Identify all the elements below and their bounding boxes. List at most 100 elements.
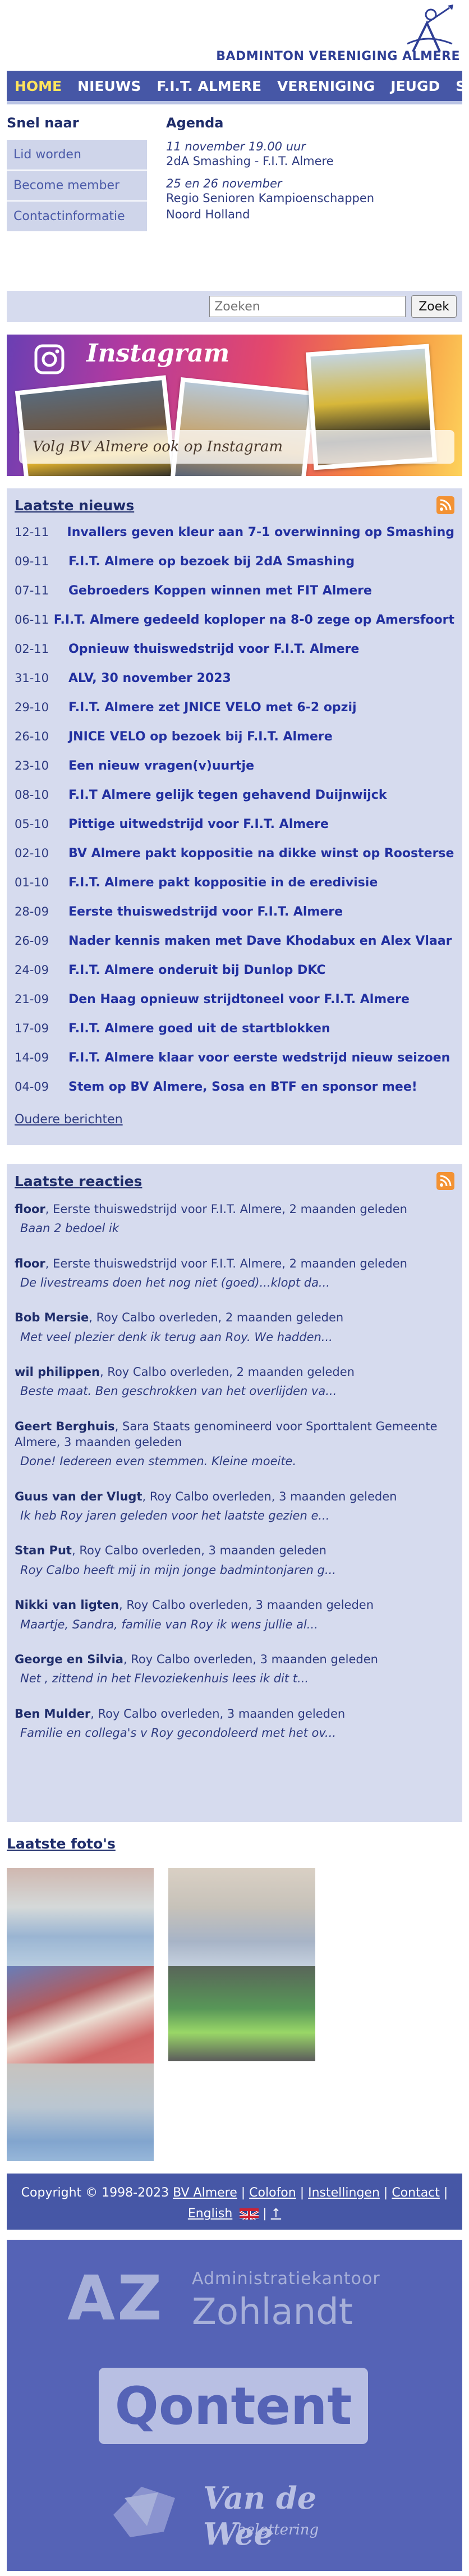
reaction-quote[interactable]: Roy Calbo heeft mij in mijn jonge badmin… bbox=[15, 1562, 454, 1578]
news-title[interactable]: Laatste nieuws bbox=[15, 497, 134, 514]
list-item[interactable]: floor, Eerste thuiswedstrijd voor F.I.T.… bbox=[15, 1256, 454, 1291]
footer-link-bv-almere[interactable]: BV Almere bbox=[173, 2186, 237, 2200]
news-link[interactable]: F.I.T. Almere op bezoek bij 2dA Smashing bbox=[68, 555, 355, 569]
news-link[interactable]: F.I.T. Almere goed uit de startblokken bbox=[68, 1022, 330, 1036]
reaction-quote[interactable]: Baan 2 bedoel ik bbox=[15, 1220, 454, 1236]
nav-item-vereniging[interactable]: VERENIGING bbox=[269, 78, 383, 94]
photo-thumbnail[interactable] bbox=[168, 1868, 315, 1966]
reactions-title[interactable]: Laatste reacties bbox=[15, 1173, 142, 1189]
news-date: 04-09 bbox=[15, 1080, 49, 1093]
sponsor-qontent[interactable]: Qontent bbox=[99, 2368, 368, 2444]
list-item[interactable]: 17-09 F.I.T. Almere goed uit de startblok… bbox=[15, 1022, 454, 1051]
news-link[interactable]: Pittige uitwedstrijd voor F.I.T. Almere bbox=[68, 817, 329, 831]
older-posts-link[interactable]: Oudere berichten bbox=[15, 1113, 123, 1127]
news-link[interactable]: Nader kennis maken met Dave Khodabux en … bbox=[68, 934, 452, 948]
sponsor-zohlandt-text: Zohlandt bbox=[192, 2291, 353, 2333]
agenda-item[interactable]: 25 en 26 november Regio Senioren Kampioe… bbox=[166, 177, 379, 222]
reaction-quote[interactable]: De livestreams doen het nog niet (goed).… bbox=[15, 1275, 454, 1291]
rss-icon[interactable] bbox=[436, 496, 454, 514]
reaction-quote[interactable]: Maartje, Sandra, familie van Roy ik wens… bbox=[15, 1617, 454, 1632]
uk-flag-icon[interactable] bbox=[240, 2208, 259, 2220]
news-link[interactable]: F.I.T. Almere zet JNICE VELO met 6-2 opz… bbox=[68, 701, 357, 715]
list-item[interactable]: 26-10 JNICE VELO op bezoek bij F.I.T. Alm… bbox=[15, 730, 454, 759]
news-link[interactable]: Een nieuw vragen(v)uurtje bbox=[68, 759, 254, 773]
sponsor-vandewee[interactable]: Van de Wee belettering bbox=[108, 2476, 366, 2552]
news-link[interactable]: Stem op BV Almere, Sosa en BTF en sponso… bbox=[68, 1080, 417, 1094]
list-item[interactable]: wil philippen, Roy Calbo overleden, 2 ma… bbox=[15, 1364, 454, 1399]
reaction-quote[interactable]: Ik heb Roy jaren geleden voor het laatst… bbox=[15, 1508, 454, 1523]
nav-item-home[interactable]: HOME bbox=[7, 78, 70, 94]
news-link[interactable]: JNICE VELO op bezoek bij F.I.T. Almere bbox=[68, 730, 333, 744]
list-item[interactable]: 12-11 Invallers geven kleur aan 7-1 overw… bbox=[15, 525, 454, 555]
back-to-top-link[interactable]: ↑ bbox=[271, 2207, 281, 2221]
list-item[interactable]: 02-10 BV Almere pakt koppositie na dikke … bbox=[15, 847, 454, 876]
nav-item-fit-almere[interactable]: F.I.T. ALMERE bbox=[149, 78, 269, 94]
list-item[interactable]: 04-09 Stem op BV Almere, Sosa en BTF en s… bbox=[15, 1080, 454, 1109]
photos-title[interactable]: Laatste foto's bbox=[7, 1836, 116, 1852]
news-link[interactable]: ALV, 30 november 2023 bbox=[68, 671, 231, 685]
reaction-quote[interactable]: Done! Iedereen even stemmen. Kleine moei… bbox=[15, 1453, 454, 1469]
list-item[interactable]: 23-10 Een nieuw vragen(v)uurtje bbox=[15, 759, 454, 788]
footer-link-colofon[interactable]: Colofon bbox=[249, 2186, 296, 2200]
news-link[interactable]: Opnieuw thuiswedstrijd voor F.I.T. Almer… bbox=[68, 642, 359, 656]
list-item[interactable]: 02-11 Opnieuw thuiswedstrijd voor F.I.T. … bbox=[15, 642, 454, 671]
photo-thumbnail[interactable] bbox=[7, 2063, 154, 2161]
list-item[interactable]: 01-10 F.I.T. Almere pakt koppositie in de… bbox=[15, 876, 454, 905]
list-item[interactable]: 06-11 F.I.T. Almere gedeeld koploper na 8… bbox=[15, 613, 454, 642]
search-input[interactable] bbox=[209, 296, 406, 317]
list-item[interactable]: 24-09 F.I.T. Almere onderuit bij Dunlop D… bbox=[15, 963, 454, 992]
photo-thumbnail[interactable] bbox=[168, 1966, 315, 2061]
reaction-quote[interactable]: Net , zittend in het Flevoziekenhuis lee… bbox=[15, 1671, 454, 1686]
list-item[interactable]: 31-10 ALV, 30 november 2023 bbox=[15, 671, 454, 701]
news-link[interactable]: Invallers geven kleur aan 7-1 overwinnin… bbox=[67, 525, 454, 539]
list-item[interactable]: floor, Eerste thuiswedstrijd voor F.I.T.… bbox=[15, 1201, 454, 1237]
nav-item-jeugd[interactable]: JEUGD bbox=[383, 78, 448, 94]
news-link[interactable]: Den Haag opnieuw strijdtoneel voor F.I.T… bbox=[68, 992, 410, 1006]
reaction-quote[interactable]: Met veel plezier denk ik terug aan Roy. … bbox=[15, 1329, 454, 1345]
list-item[interactable]: 26-09 Nader kennis maken met Dave Khodabu… bbox=[15, 934, 454, 963]
agenda-event-title[interactable]: Regio Senioren Kampioenschappen Noord Ho… bbox=[166, 190, 379, 222]
list-item[interactable]: 05-10 Pittige uitwedstrijd voor F.I.T. Al… bbox=[15, 817, 454, 847]
quick-link-lid-worden[interactable]: Lid worden bbox=[7, 140, 147, 171]
news-link[interactable]: F.I.T. Almere onderuit bij Dunlop DKC bbox=[68, 963, 326, 977]
list-item[interactable]: 21-09 Den Haag opnieuw strijdtoneel voor … bbox=[15, 992, 454, 1022]
list-item[interactable]: George en Silvia, Roy Calbo overleden, 3… bbox=[15, 1651, 454, 1687]
list-item[interactable]: 09-11 F.I.T. Almere op bezoek bij 2dA Sma… bbox=[15, 555, 454, 584]
photo-thumbnail[interactable] bbox=[7, 1868, 154, 1966]
news-link[interactable]: F.I.T. Almere gedeeld koploper na 8-0 ze… bbox=[54, 613, 454, 627]
photo-thumbnail[interactable] bbox=[7, 1966, 154, 2063]
instagram-banner[interactable]: Instagram Volg BV Almere ook op Instagra… bbox=[7, 335, 462, 476]
language-link-english[interactable]: English bbox=[188, 2207, 232, 2221]
site-name[interactable]: BADMINTON VERENIGING ALMERE bbox=[216, 49, 460, 63]
footer-link-instellingen[interactable]: Instellingen bbox=[308, 2186, 380, 2200]
news-link[interactable]: Eerste thuiswedstrijd voor F.I.T. Almere bbox=[68, 905, 343, 919]
reaction-quote[interactable]: Familie en collega's v Roy gecondoleerd … bbox=[15, 1725, 454, 1741]
reaction-quote[interactable]: Beste maat. Ben geschrokken van het over… bbox=[15, 1383, 454, 1399]
news-link[interactable]: F.I.T Almere gelijk tegen gehavend Duijn… bbox=[68, 788, 387, 802]
list-item[interactable]: Bob Mersie, Roy Calbo overleden, 2 maand… bbox=[15, 1310, 454, 1345]
agenda-event-title[interactable]: 2dA Smashing - F.I.T. Almere bbox=[166, 153, 379, 169]
rss-icon[interactable] bbox=[436, 1172, 454, 1190]
agenda-item[interactable]: 11 november 19.00 uur 2dA Smashing - F.I… bbox=[166, 140, 379, 169]
footer-link-contact[interactable]: Contact bbox=[392, 2186, 440, 2200]
list-item[interactable]: 29-10 F.I.T. Almere zet JNICE VELO met 6-… bbox=[15, 701, 454, 730]
nav-item-senioren[interactable]: SENIOREN bbox=[448, 78, 462, 94]
list-item[interactable]: 08-10 F.I.T Almere gelijk tegen gehavend … bbox=[15, 788, 454, 817]
quick-link-contact[interactable]: Contactinformatie bbox=[7, 202, 147, 232]
list-item[interactable]: 14-09 F.I.T. Almere klaar voor eerste wed… bbox=[15, 1051, 454, 1080]
list-item[interactable]: Stan Put, Roy Calbo overleden, 3 maanden… bbox=[15, 1543, 454, 1578]
list-item[interactable]: Guus van der Vlugt, Roy Calbo overleden,… bbox=[15, 1489, 454, 1524]
quick-link-become-member[interactable]: Become member bbox=[7, 171, 147, 202]
list-item[interactable]: Nikki van ligten, Roy Calbo overleden, 3… bbox=[15, 1597, 454, 1632]
list-item[interactable]: 28-09 Eerste thuiswedstrijd voor F.I.T. A… bbox=[15, 905, 454, 934]
list-item[interactable]: 07-11 Gebroeders Koppen winnen met FIT Al… bbox=[15, 584, 454, 613]
news-link[interactable]: F.I.T. Almere klaar voor eerste wedstrij… bbox=[68, 1051, 450, 1065]
news-link[interactable]: BV Almere pakt koppositie na dikke winst… bbox=[68, 847, 454, 861]
list-item[interactable]: Ben Mulder, Roy Calbo overleden, 3 maand… bbox=[15, 1706, 454, 1741]
search-button[interactable]: Zoek bbox=[411, 295, 457, 318]
news-link[interactable]: F.I.T. Almere pakt koppositie in de ered… bbox=[68, 876, 378, 890]
list-item[interactable]: Geert Berghuis, Sara Staats genomineerd … bbox=[15, 1419, 454, 1470]
news-link[interactable]: Gebroeders Koppen winnen met FIT Almere bbox=[68, 584, 372, 598]
nav-item-nieuws[interactable]: NIEUWS bbox=[70, 78, 149, 94]
news-date: 12-11 bbox=[15, 525, 49, 539]
